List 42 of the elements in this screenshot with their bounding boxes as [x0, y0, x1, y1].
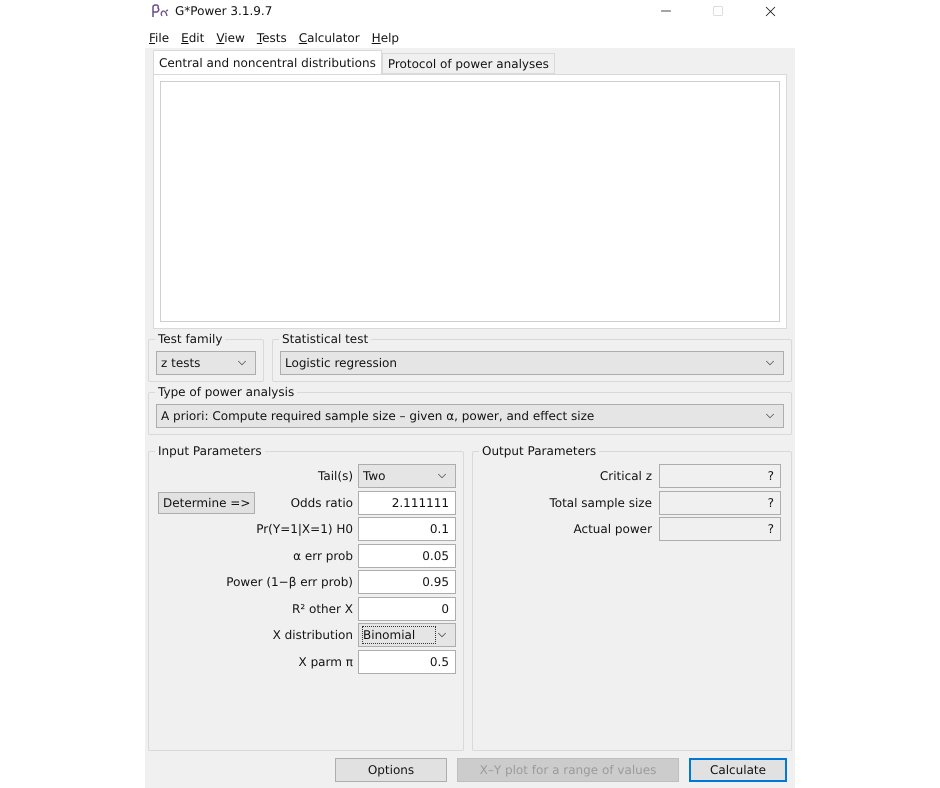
- test-family-select[interactable]: z tests: [156, 351, 256, 375]
- group-title: Output Parameters: [479, 443, 600, 459]
- action-button[interactable]: Options: [335, 758, 447, 782]
- parameter-label: X parm π: [298, 654, 354, 670]
- output-field: ?: [659, 517, 781, 541]
- menu-item[interactable]: View: [216, 30, 245, 46]
- parameter-select[interactable]: Two: [358, 464, 456, 488]
- parameter-field[interactable]: 0: [358, 596, 456, 620]
- tab[interactable]: Central and noncentral distributions: [153, 50, 382, 74]
- parameter-label: R² other X: [291, 600, 354, 618]
- action-button[interactable]: Calculate: [689, 758, 787, 782]
- parameter-label: Critical z: [598, 468, 653, 485]
- parameter-label: Actual power: [572, 521, 653, 538]
- app-logo-icon: [151, 4, 169, 18]
- parameter-field[interactable]: 0.95: [358, 570, 456, 594]
- parameter-label: Pr(Y=1|X=1) H0: [255, 521, 354, 538]
- parameter-field[interactable]: 2.111111: [358, 490, 456, 514]
- parameter-label: α err prob: [292, 548, 354, 564]
- menu-item[interactable]: File: [149, 30, 170, 46]
- power-analysis-select[interactable]: A priori: Compute required sample size – given α, power, and effect size: [156, 404, 784, 428]
- parameter-field[interactable]: 0.1: [358, 517, 456, 541]
- tab[interactable]: Protocol of power analyses: [382, 53, 555, 74]
- menu-item[interactable]: Edit: [181, 30, 204, 46]
- menu-item[interactable]: Calculator: [298, 30, 360, 46]
- menu-item[interactable]: Tests: [256, 30, 287, 46]
- group-title: Type of power analysis: [155, 384, 298, 400]
- group-title: Input Parameters: [155, 443, 265, 459]
- parameter-label: X distribution: [272, 627, 354, 644]
- output-field: ?: [659, 490, 781, 514]
- parameter-field[interactable]: 0.5: [358, 650, 456, 674]
- statistical-test-select[interactable]: Logistic regression: [280, 351, 784, 375]
- parameter-label: Total sample size: [548, 494, 653, 512]
- parameter-label: Tail(s): [317, 468, 354, 485]
- menu-item[interactable]: Help: [372, 30, 400, 46]
- parameter-field[interactable]: 0.05: [358, 544, 456, 568]
- parameter-select[interactable]: Binomial: [358, 623, 456, 647]
- window-title: G*Power 3.1.9.7: [175, 3, 272, 20]
- group-title: Test family: [155, 331, 226, 347]
- output-field: ?: [659, 464, 781, 488]
- parameter-label: Odds ratio: [290, 494, 354, 512]
- parameter-label: Power (1−β err prob): [225, 574, 354, 591]
- determine-button[interactable]: Determine =>: [158, 492, 256, 514]
